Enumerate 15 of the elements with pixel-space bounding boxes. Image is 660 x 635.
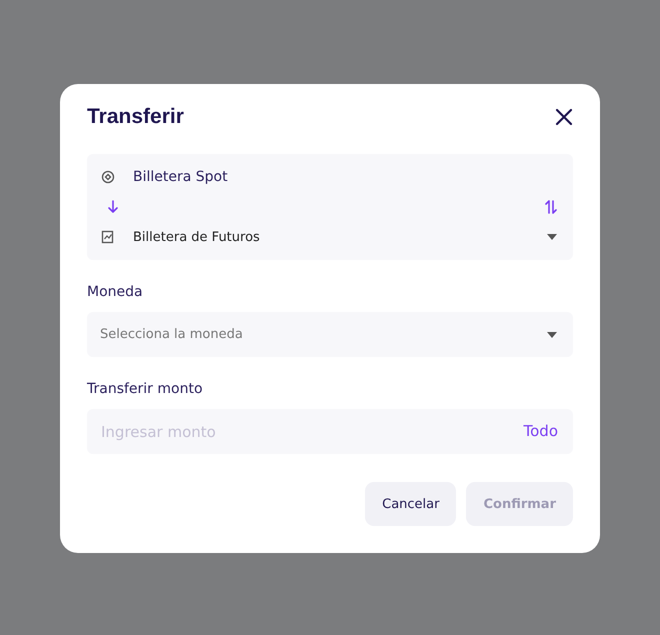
chart-icon — [101, 230, 115, 244]
swap-icon[interactable] — [545, 200, 557, 214]
down-arrow-icon — [107, 200, 119, 214]
currency-select[interactable]: Selecciona la moneda — [87, 312, 573, 357]
caret-icon[interactable] — [547, 234, 557, 240]
max-link[interactable]: Todo — [524, 422, 558, 440]
close-icon[interactable] — [555, 108, 573, 126]
from-wallet-label: Billetera Spot — [133, 169, 228, 185]
field-label: Transferir monto — [87, 381, 204, 397]
to-wallet-select[interactable]: Billetera de Futuros — [101, 226, 559, 248]
target-icon — [101, 170, 115, 184]
field-label: Moneda — [87, 284, 144, 300]
caret-icon[interactable] — [547, 332, 557, 338]
dialog-button[interactable]: Cancelar — [365, 482, 456, 526]
dialog-title: Transferir — [87, 105, 184, 129]
